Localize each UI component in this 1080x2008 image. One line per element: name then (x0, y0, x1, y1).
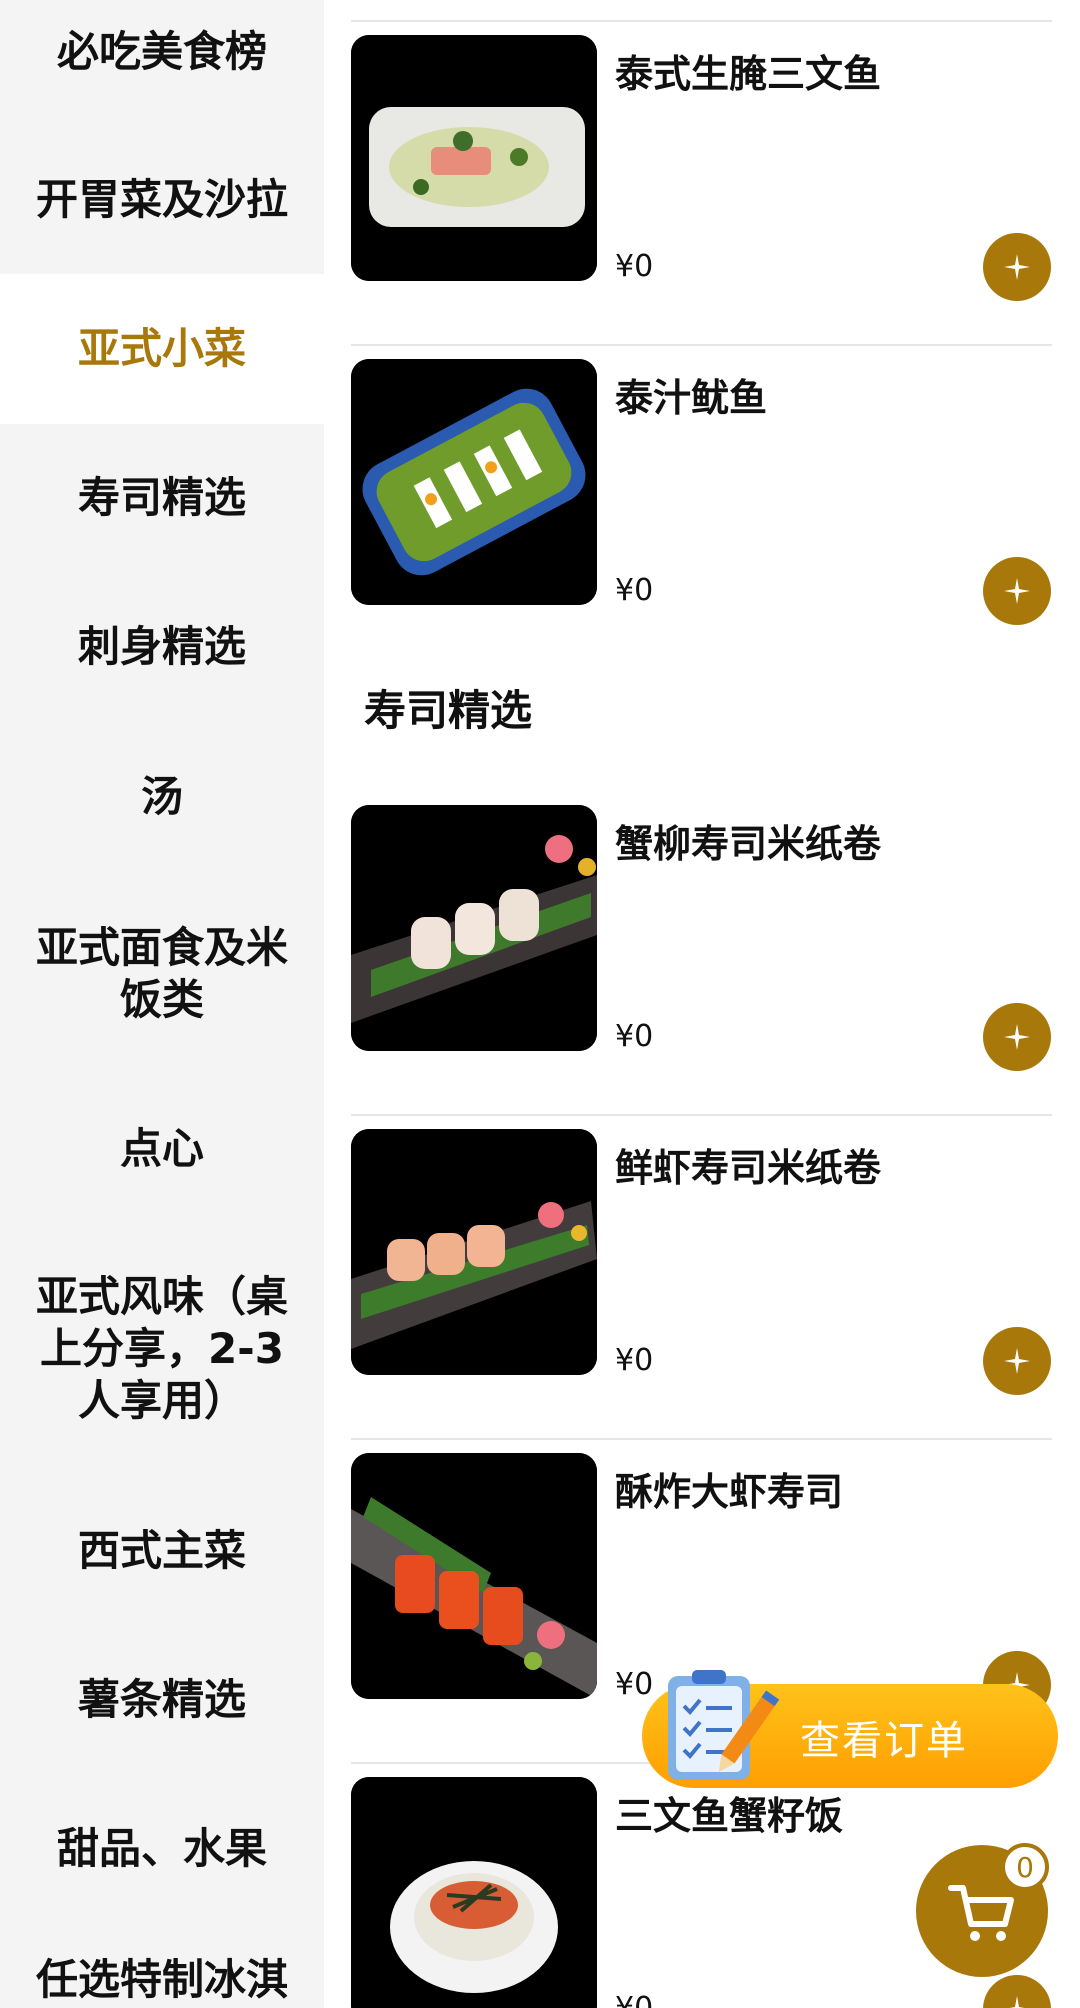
add-to-cart-button[interactable] (983, 1975, 1051, 2008)
item-divider (351, 20, 1052, 22)
plus-icon (1004, 254, 1030, 280)
plus-icon (1004, 1348, 1030, 1374)
dish-photo (351, 805, 597, 1051)
sidebar-item-noodles-rice[interactable]: 亚式面食及米饭类 (0, 872, 324, 1076)
menu-item[interactable]: 蟹柳寿司米纸卷 ¥0 (351, 805, 1057, 1071)
view-order-label: 查看订单 (800, 1718, 968, 1764)
sidebar-item-soup[interactable]: 汤 (0, 722, 324, 872)
item-price: ¥0 (615, 1019, 654, 1054)
dish-photo (351, 359, 597, 605)
cart-count-badge: 0 (1001, 1843, 1049, 1891)
item-name: 鲜虾寿司米纸卷 (615, 1146, 882, 1190)
dish-photo (351, 35, 597, 281)
item-name: 蟹柳寿司米纸卷 (615, 822, 882, 866)
cart-icon (948, 1885, 1014, 1941)
sidebar-item-asian-snacks[interactable]: 亚式小菜 (0, 274, 324, 424)
sidebar-item-fries[interactable]: 薯条精选 (0, 1626, 324, 1774)
item-price: ¥0 (615, 1991, 653, 2008)
sidebar-item-ice-cream[interactable]: 任选特制冰淇 (0, 1954, 324, 2008)
checklist-pencil-icon (668, 1670, 780, 1780)
item-divider (351, 344, 1052, 346)
plus-icon (1004, 1024, 1030, 1050)
item-name: 泰式生腌三文鱼 (615, 52, 882, 96)
add-to-cart-button[interactable] (983, 557, 1051, 625)
menu-item[interactable]: 鲜虾寿司米纸卷 ¥0 (351, 1129, 1057, 1395)
sidebar-item-must-eat[interactable]: 必吃美食榜 (0, 0, 324, 104)
item-name: 三文鱼蟹籽饭 (615, 1794, 844, 1838)
item-price: ¥0 (615, 249, 654, 284)
item-name: 酥炸大虾寿司 (615, 1470, 844, 1514)
plus-icon (1009, 1996, 1025, 2008)
section-title: 寿司精选 (364, 686, 533, 735)
item-name: 泰汁鱿鱼 (615, 376, 768, 420)
add-to-cart-button[interactable] (983, 1003, 1051, 1071)
add-to-cart-button[interactable] (983, 233, 1051, 301)
item-price: ¥0 (615, 1667, 654, 1702)
plus-icon (1004, 578, 1030, 604)
sidebar-item-appetizers[interactable]: 开胃菜及沙拉 (0, 126, 324, 274)
sidebar-item-sashimi[interactable]: 刺身精选 (0, 572, 324, 722)
item-divider (351, 1114, 1052, 1116)
menu-item[interactable]: 泰汁鱿鱼 ¥0 (351, 359, 1057, 625)
dish-photo (351, 1777, 597, 2008)
sidebar-item-dimsum[interactable]: 点心 (0, 1076, 324, 1222)
menu-item[interactable]: 酥炸大虾寿司 ¥0 (351, 1453, 1057, 1719)
dish-photo (351, 1129, 597, 1375)
sidebar-item-desserts-fruit[interactable]: 甜品、水果 (0, 1774, 324, 1924)
add-to-cart-button[interactable] (983, 1327, 1051, 1395)
view-order-button[interactable]: 查看订单 (642, 1670, 1058, 1788)
sidebar-item-western-mains[interactable]: 西式主菜 (0, 1476, 324, 1626)
menu-item[interactable]: 泰式生腌三文鱼 ¥0 (351, 35, 1057, 301)
sidebar-item-asian-sharing[interactable]: 亚式风味（桌上分享，2-3人享用） (0, 1222, 324, 1476)
sidebar-item-sushi[interactable]: 寿司精选 (0, 424, 324, 572)
category-sidebar: 必吃美食榜 开胃菜及沙拉 亚式小菜 寿司精选 刺身精选 汤 亚式面食及米饭类 点… (0, 0, 324, 2008)
dish-photo (351, 1453, 597, 1699)
item-price: ¥0 (615, 1343, 654, 1378)
item-price: ¥0 (615, 573, 654, 608)
item-divider (351, 1438, 1052, 1440)
